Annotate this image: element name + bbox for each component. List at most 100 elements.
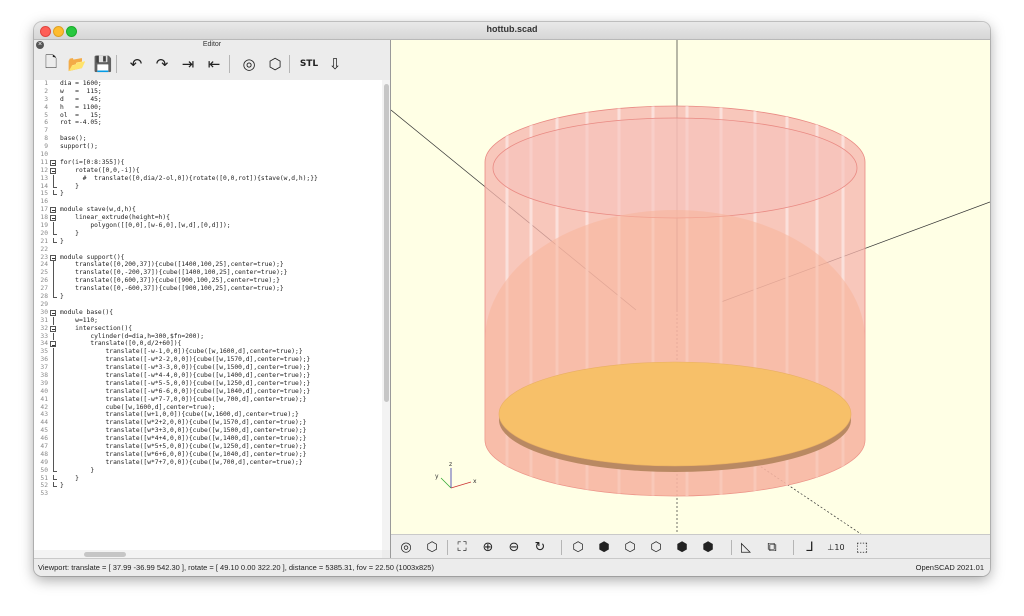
fold-toggle-icon[interactable] — [50, 159, 56, 166]
show-axes-icon[interactable]: ⅃ — [801, 538, 819, 556]
code-line[interactable]: 1 dia = 1600; — [34, 80, 382, 88]
fold-guide — [52, 419, 60, 428]
orthogonal-icon[interactable]: ⧉ — [763, 538, 781, 556]
code-line[interactable]: 5 ol = 15; — [34, 112, 382, 120]
code-line[interactable]: 11 for(i=[0:8:355]){ — [34, 159, 382, 167]
show-scale-markers-icon[interactable]: ⊥10 — [827, 538, 845, 556]
code-line[interactable]: 9 support(); — [34, 143, 382, 151]
code-line[interactable]: 30 module base(){ — [34, 309, 382, 317]
code-line[interactable]: 39 translate([-w*5-5,0,0]){cube([w,1250,… — [34, 379, 382, 388]
code-line[interactable]: 47 translate([w*5+5,0,0]){cube([w,1250,d… — [34, 442, 382, 451]
export-stl-icon[interactable]: STL — [298, 53, 320, 75]
code-line[interactable]: 35 translate([-w-1,0,0]){cube([w,1600,d]… — [34, 348, 382, 357]
open-folder-icon[interactable]: 📂 — [66, 53, 88, 75]
code-line[interactable]: 36 translate([-w*2-2,0,0]){cube([w,1570,… — [34, 356, 382, 365]
code-line[interactable]: 26 translate([0,600,37]){cube([900,100,2… — [34, 277, 382, 286]
code-line[interactable]: 33 cylinder(d=dia,h=300,$fn=200); — [34, 332, 382, 341]
code-line[interactable]: 17 module stave(w,d,h){ — [34, 206, 382, 214]
code-line[interactable]: 25 translate([0,-200,37]){cube([1400,100… — [34, 269, 382, 278]
show-edges-icon[interactable]: ⬚ — [853, 538, 871, 556]
fold-toggle-icon[interactable] — [50, 207, 56, 214]
code-line[interactable]: 51 } — [34, 474, 382, 483]
code-line[interactable]: 8 base(); — [34, 135, 382, 143]
code-line[interactable]: 48 translate([w*6+6,0,0]){cube([w,1040,d… — [34, 450, 382, 459]
code-line[interactable]: 49 translate([w*7+7,0,0]){cube([w,700,d]… — [34, 458, 382, 467]
code-line[interactable]: 20 } — [34, 229, 382, 238]
code-line[interactable]: 21} — [34, 237, 382, 246]
3d-viewport[interactable]: x z y — [391, 40, 990, 534]
zoom-out-icon[interactable]: ⊖ — [505, 538, 523, 556]
view-front-icon[interactable]: ⬢ — [673, 538, 691, 556]
code-line[interactable]: 24 translate([0,200,37]){cube([1400,100,… — [34, 261, 382, 270]
render-icon[interactable]: ⬡ — [423, 538, 441, 556]
code-line[interactable]: 16 — [34, 198, 382, 206]
code-line[interactable]: 45 translate([w*3+3,0,0]){cube([w,1500,d… — [34, 427, 382, 436]
code-line[interactable]: 14 } — [34, 182, 382, 191]
fold-toggle-icon[interactable] — [50, 325, 56, 332]
fold-toggle-icon[interactable] — [50, 254, 56, 261]
preview-icon[interactable]: ◎ — [397, 538, 415, 556]
view-all-icon[interactable]: ⛶ — [453, 538, 471, 556]
fold-toggle-icon[interactable] — [50, 167, 56, 174]
scroll-thumb[interactable] — [383, 84, 389, 402]
code-line[interactable]: 10 — [34, 151, 382, 159]
indent-icon[interactable]: ⇥ — [177, 53, 199, 75]
code-line[interactable]: 6 rot =-4.05; — [34, 119, 382, 127]
reset-view-icon[interactable]: ↻ — [531, 538, 549, 556]
perspective-icon[interactable]: ◺ — [737, 538, 755, 556]
view-back-icon[interactable]: ⬢ — [699, 538, 717, 556]
code-line[interactable]: 44 translate([w*2+2,0,0]){cube([w,1570,d… — [34, 419, 382, 428]
editor-horizontal-scrollbar[interactable] — [34, 550, 382, 558]
code-line[interactable]: 13 # translate([0,dia/2-ol,0]){rotate([0… — [34, 174, 382, 183]
view-left-icon[interactable]: ⬡ — [647, 538, 665, 556]
zoom-in-icon[interactable]: ⊕ — [479, 538, 497, 556]
code-line[interactable]: 53 — [34, 490, 382, 498]
fold-toggle-icon[interactable] — [50, 215, 56, 222]
code-line[interactable]: 12 rotate([0,0,-i]){ — [34, 167, 382, 175]
code-line[interactable]: 15} — [34, 190, 382, 198]
view-bottom-icon[interactable]: ⬡ — [621, 538, 639, 556]
code-line[interactable]: 32 intersection(){ — [34, 325, 382, 333]
code-line[interactable]: 19 polygon([[0,0],[w-6,0],[w,d],[0,d]]); — [34, 222, 382, 230]
code-line[interactable]: 29 — [34, 301, 382, 309]
code-line[interactable]: 2 w = 115; — [34, 88, 382, 96]
code-line[interactable]: 41 translate([-w*7-7,0,0]){cube([w,700,d… — [34, 395, 382, 404]
code-text: } — [60, 474, 79, 482]
view-right-icon[interactable]: ⬡ — [569, 538, 587, 556]
editor-vertical-scrollbar[interactable] — [382, 80, 390, 550]
scroll-thumb[interactable] — [84, 551, 126, 557]
redo-icon[interactable]: ↷ — [151, 53, 173, 75]
code-line[interactable]: 38 translate([-w*4-4,0,0]){cube([w,1400,… — [34, 371, 382, 380]
code-line[interactable]: 50 } — [34, 466, 382, 475]
fold-toggle-icon[interactable] — [50, 341, 56, 348]
unindent-icon[interactable]: ⇤ — [203, 53, 225, 75]
code-editor[interactable]: 1 dia = 1600; 2 w = 115; 3 d = 45; 4 h = 1100; 5… — [34, 80, 382, 550]
code-line[interactable]: 52} — [34, 482, 382, 490]
render-icon[interactable]: ⬡ — [264, 53, 286, 75]
code-line[interactable]: 4 h = 1100; — [34, 104, 382, 112]
code-line[interactable]: 46 translate([w*4+4,0,0]){cube([w,1400,d… — [34, 435, 382, 443]
code-line[interactable]: 18 linear_extrude(height=h){ — [34, 214, 382, 222]
code-line[interactable]: 28} — [34, 293, 382, 301]
code-line[interactable]: 42 cube([w,1600,d],center=true); — [34, 403, 382, 412]
fold-guide — [52, 474, 57, 480]
preview-icon[interactable]: ◎ — [238, 53, 260, 75]
code-line[interactable]: 40 translate([-w*6-6,0,0]){cube([w,1040,… — [34, 387, 382, 396]
code-line[interactable]: 22 — [34, 246, 382, 254]
code-line[interactable]: 31 w=110; — [34, 316, 382, 325]
line-number: 44 — [40, 419, 48, 427]
send-to-print-icon[interactable]: ⇩ — [324, 53, 346, 75]
fold-toggle-icon[interactable] — [50, 309, 56, 316]
code-line[interactable]: 3 d = 45; — [34, 96, 382, 104]
code-line[interactable]: 43 translate([w+1,0,0]){cube([w,1600,d],… — [34, 411, 382, 420]
save-icon[interactable]: 💾 — [92, 53, 114, 75]
view-top-icon[interactable]: ⬢ — [595, 538, 613, 556]
code-line[interactable]: 27 translate([0,-600,37]){cube([900,100,… — [34, 285, 382, 294]
line-number: 5 — [44, 111, 48, 119]
code-line[interactable]: 37 translate([-w*3-3,0,0]){cube([w,1500,… — [34, 364, 382, 372]
undo-icon[interactable]: ↶ — [125, 53, 147, 75]
new-file-icon[interactable]: 🗋 — [40, 53, 62, 75]
code-line[interactable]: 7 — [34, 127, 382, 135]
code-line[interactable]: 34 translate([0,0,d/2+60]){ — [34, 340, 382, 348]
code-line[interactable]: 23 module support(){ — [34, 254, 382, 262]
